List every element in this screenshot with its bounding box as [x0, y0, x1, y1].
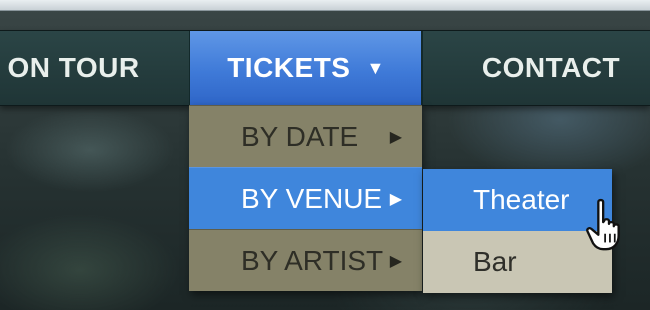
- window-top-strip: [0, 0, 650, 11]
- menu-item-by-date[interactable]: BY DATE ▶: [189, 105, 422, 167]
- nav-item-on-tour[interactable]: S ON TOUR: [0, 31, 186, 105]
- submenu-item-label: Theater: [473, 184, 570, 215]
- menu-item-by-venue[interactable]: BY VENUE ▶: [189, 167, 422, 229]
- hand-pointer-icon: [586, 198, 620, 251]
- caret-down-icon: ▼: [366, 57, 385, 78]
- menu-item-by-artist[interactable]: BY ARTIST ▶: [189, 229, 422, 291]
- tickets-dropdown-menu: BY DATE ▶ BY VENUE ▶ BY ARTIST ▶: [189, 105, 422, 291]
- nav-item-contact[interactable]: CONTACT: [421, 31, 650, 105]
- menu-item-label: BY DATE: [241, 120, 359, 152]
- menu-item-label: BY VENUE: [241, 182, 383, 214]
- main-navbar: S ON TOUR TICKETS ▼ CONTACT: [0, 30, 650, 106]
- arrow-right-icon: ▶: [389, 190, 402, 208]
- menu-item-label: BY ARTIST: [241, 244, 384, 276]
- arrow-right-icon: ▶: [389, 252, 402, 270]
- arrow-right-icon: ▶: [389, 128, 402, 146]
- nav-item-tickets[interactable]: TICKETS ▼: [189, 31, 423, 105]
- nav-item-label: S ON TOUR: [0, 52, 140, 83]
- nav-item-label: TICKETS: [227, 52, 351, 83]
- submenu-item-label: Bar: [473, 246, 517, 277]
- nav-item-label: CONTACT: [481, 52, 621, 83]
